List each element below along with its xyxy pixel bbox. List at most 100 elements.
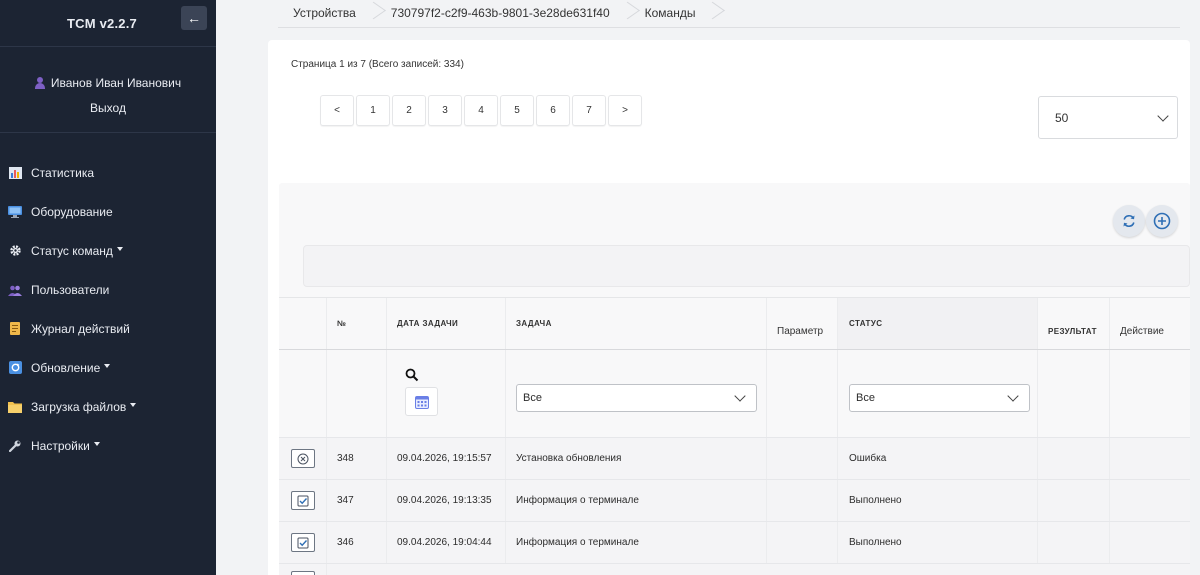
sidebar-item-label: Статистика (31, 165, 95, 180)
header-status[interactable]: СТАТУС (838, 298, 1038, 349)
sidebar-item-settings[interactable]: Настройки (0, 426, 216, 465)
row-task: Установка обновления (506, 438, 767, 479)
users-icon (8, 283, 22, 296)
pagination-page-1[interactable]: 1 (356, 95, 390, 126)
sidebar-item-label: Обновление (31, 360, 101, 375)
date-picker-button[interactable] (405, 387, 438, 416)
pagination-page-4[interactable]: 4 (464, 95, 498, 126)
table-row[interactable]: 346 09.04.2026, 19:04:44 Информация о те… (279, 522, 1190, 564)
sidebar-item-action-log[interactable]: Журнал действий (0, 309, 216, 348)
row-action-cell (279, 564, 327, 575)
row-date: 09.04.2026, 19:04:44 (387, 522, 506, 563)
header-date[interactable]: ДАТА ЗАДАЧИ (387, 298, 506, 349)
logout-link[interactable]: Выход (0, 101, 216, 115)
breadcrumb-devices[interactable]: Устройства (278, 0, 368, 26)
refresh-button[interactable] (1113, 205, 1145, 237)
table-row[interactable] (279, 564, 1190, 575)
user-icon (34, 77, 45, 89)
collapse-sidebar-button[interactable]: ← (181, 6, 207, 30)
chevron-down-icon (130, 402, 137, 407)
row-status: Выполнено (838, 480, 1038, 521)
status-filter-value: Все (856, 392, 875, 404)
filter-empty (1038, 350, 1110, 437)
row-param (767, 480, 838, 521)
cancel-circle-icon[interactable] (290, 449, 315, 468)
chevron-down-icon (1157, 109, 1169, 122)
row-action (1110, 480, 1190, 521)
check-icon[interactable] (290, 491, 315, 510)
table-row[interactable]: 347 09.04.2026, 19:13:35 Информация о те… (279, 480, 1190, 522)
commands-card: Страница 1 из 7 (Всего записей: 334) < 1… (268, 40, 1190, 575)
pagination-page-2[interactable]: 2 (392, 95, 426, 126)
chevron-down-icon (116, 246, 123, 251)
page-size-select[interactable]: 50 (1038, 96, 1178, 139)
sidebar-item-statistics[interactable]: Статистика (0, 153, 216, 192)
sidebar-item-command-status[interactable]: Статус команд (0, 231, 216, 270)
task-filter-select[interactable]: Все (516, 384, 757, 412)
row-param (767, 438, 838, 479)
row-param (767, 522, 838, 563)
row-action-cell (279, 522, 327, 563)
status-filter-select[interactable]: Все (849, 384, 1030, 412)
row-date: 09.04.2026, 19:13:35 (387, 480, 506, 521)
sidebar-item-users[interactable]: Пользователи (0, 270, 216, 309)
chevron-down-icon (734, 390, 746, 402)
search-icon[interactable] (405, 368, 419, 382)
header-task[interactable]: ЗАДАЧА (506, 298, 767, 349)
row-action (1110, 438, 1190, 479)
header-result[interactable]: РЕЗУЛЬТАТ (1038, 298, 1110, 349)
table-filter-row: Все Все (279, 350, 1190, 438)
gear-icon (8, 244, 22, 257)
row-result (1038, 480, 1110, 521)
row-status: Выполнено (838, 522, 1038, 563)
sidebar-item-label: Загрузка файлов (31, 399, 127, 414)
update-icon (8, 361, 22, 374)
page-info: Страница 1 из 7 (Всего записей: 334) (291, 59, 464, 70)
pagination-page-3[interactable]: 3 (428, 95, 462, 126)
pagination-page-6[interactable]: 6 (536, 95, 570, 126)
refresh-icon (1123, 214, 1135, 228)
breadcrumb-separator (368, 0, 376, 26)
task-filter-cell: Все (506, 350, 767, 437)
sidebar-item-label: Статус команд (31, 243, 113, 258)
commands-table: № ДАТА ЗАДАЧИ ЗАДАЧА Параметр СТАТУС РЕЗ… (279, 297, 1190, 575)
breadcrumb-commands: Команды (644, 6, 696, 20)
wrench-icon (8, 439, 22, 452)
filter-empty (327, 350, 387, 437)
monitor-icon (8, 205, 22, 218)
calendar-icon (414, 395, 429, 409)
pagination-page-5[interactable]: 5 (500, 95, 534, 126)
journal-icon (8, 322, 22, 335)
date-filter (387, 350, 506, 437)
sidebar-item-update[interactable]: Обновление (0, 348, 216, 387)
chevron-down-icon (1007, 390, 1019, 402)
divider (278, 27, 1180, 28)
row-num: 346 (327, 522, 387, 563)
page-size-value: 50 (1055, 110, 1069, 125)
table-row[interactable]: 348 09.04.2026, 19:15:57 Установка обнов… (279, 438, 1190, 480)
pagination-page-7[interactable]: 7 (572, 95, 606, 126)
filter-bar (303, 245, 1190, 287)
header-param: Параметр (767, 298, 838, 349)
sidebar-item-equipment[interactable]: Оборудование (0, 192, 216, 231)
breadcrumb-device-id[interactable]: 730797f2-c2f9-463b-9801-3e28de631f40 (376, 0, 622, 26)
sidebar-item-label: Пользователи (31, 282, 110, 297)
user-name[interactable]: Иванов Иван Иванович (0, 76, 216, 90)
pagination-prev-button[interactable]: < (320, 95, 354, 126)
check-icon[interactable] (290, 571, 315, 575)
chart-icon (8, 166, 22, 179)
table-panel: № ДАТА ЗАДАЧИ ЗАДАЧА Параметр СТАТУС РЕЗ… (279, 183, 1190, 575)
table-header: № ДАТА ЗАДАЧИ ЗАДАЧА Параметр СТАТУС РЕЗ… (279, 297, 1190, 350)
sidebar-item-file-upload[interactable]: Загрузка файлов (0, 387, 216, 426)
check-icon[interactable] (290, 533, 315, 552)
breadcrumb-separator (707, 0, 715, 26)
task-filter-value: Все (523, 392, 542, 404)
filter-empty (767, 350, 838, 437)
row-action-cell (279, 480, 327, 521)
row-date: 09.04.2026, 19:15:57 (387, 438, 506, 479)
sidebar-item-label: Журнал действий (31, 321, 130, 336)
add-command-button[interactable] (1146, 205, 1178, 237)
header-action: Действие (1120, 326, 1164, 337)
pagination-next-button[interactable]: > (608, 95, 642, 126)
header-num[interactable]: № (327, 298, 387, 349)
